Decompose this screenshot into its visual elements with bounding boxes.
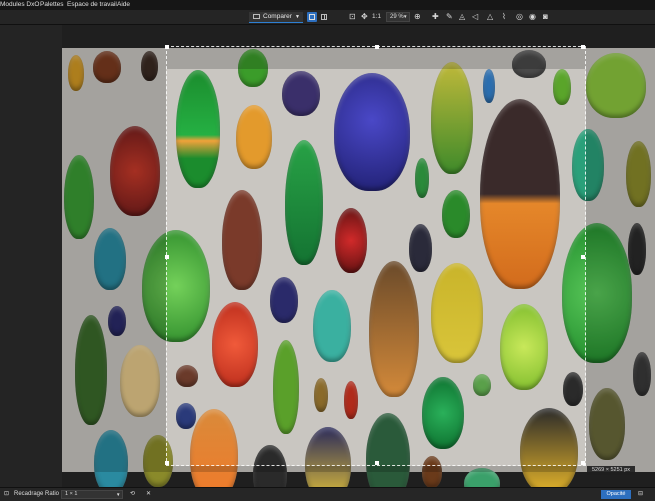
crop-mask xyxy=(586,48,655,472)
menu-bar: Modules DxO Palettes Espace de travail A… xyxy=(0,0,655,10)
toolbar: Comparer ▼ ⊡ ✥ 1:1 29 % ▼ ⊕ ✚ ✎ ◬ ◁ △ ⌇ … xyxy=(0,10,655,25)
opacity-button[interactable]: Opacité xyxy=(601,490,631,499)
zoom-fit-icon[interactable]: ⊕ xyxy=(414,11,421,22)
crop-icon[interactable]: ⊡ xyxy=(349,11,356,22)
menu-palettes[interactable]: Palettes xyxy=(40,1,64,9)
menu-modules-dxo[interactable]: Modules DxO xyxy=(0,1,39,9)
crop-handle[interactable] xyxy=(165,45,169,49)
crop-handle[interactable] xyxy=(165,255,169,259)
one-to-one-button[interactable]: 1:1 xyxy=(372,12,381,22)
compare-icon xyxy=(253,13,260,19)
single-view-icon[interactable] xyxy=(307,12,317,22)
mask-icon[interactable]: ◉ xyxy=(529,11,536,22)
horizon-icon[interactable]: ◬ xyxy=(459,11,465,22)
crop-handle[interactable] xyxy=(375,461,379,465)
info-icon[interactable]: ⊟ xyxy=(638,490,643,499)
crop-handle[interactable] xyxy=(375,45,379,49)
mask-overlay-icon[interactable]: ◙ xyxy=(543,11,548,22)
white-balance-icon[interactable]: ✎ xyxy=(446,11,453,22)
repair-icon[interactable]: ⌇ xyxy=(502,11,506,22)
split-view-icon[interactable] xyxy=(319,12,329,22)
left-panel-edge xyxy=(0,25,62,487)
zoom-select[interactable]: 29 % ▼ xyxy=(386,12,410,22)
ratio-label: Ratio xyxy=(45,491,60,497)
menu-aide[interactable]: Aide xyxy=(117,1,130,9)
perspective-icon[interactable]: ◁ xyxy=(472,11,478,22)
crop-tool-icon[interactable]: ⊡ xyxy=(4,490,9,499)
ratio-select[interactable]: 1 × 1 ▼ xyxy=(61,490,123,499)
crop-handle[interactable] xyxy=(165,461,169,465)
crop-dimensions: 5269 × 5251 px xyxy=(587,466,635,475)
compare-button[interactable]: Comparer ▼ xyxy=(249,11,303,23)
crop-mask xyxy=(62,48,166,472)
zoom-value: 29 % xyxy=(390,14,404,20)
chevron-down-icon: ▼ xyxy=(116,492,121,497)
ruler-icon[interactable]: △ xyxy=(487,11,493,22)
crop-label: Recadrage xyxy=(14,491,44,497)
ratio-value: 1 × 1 xyxy=(65,491,78,497)
rotate-icon[interactable]: ⟲ xyxy=(130,490,135,499)
chevron-down-icon: ▼ xyxy=(295,13,300,20)
status-bar: ⊡ Recadrage Ratio 1 × 1 ▼ ⟲ ✕ Opacité ⊟ xyxy=(0,487,655,501)
reset-icon[interactable]: ✕ xyxy=(146,490,151,499)
crop-handle[interactable] xyxy=(581,45,585,49)
crop-handle[interactable] xyxy=(581,255,585,259)
color-picker-icon[interactable]: ✚ xyxy=(432,11,439,22)
crop-handle[interactable] xyxy=(581,461,585,465)
crop-frame[interactable] xyxy=(165,45,586,466)
image-viewer[interactable]: 5269 × 5251 px xyxy=(0,25,655,487)
compare-label: Comparer xyxy=(263,12,292,20)
menu-espace-de-travail[interactable]: Espace de travail xyxy=(67,1,117,9)
eye-icon[interactable]: ◎ xyxy=(516,11,523,22)
move-icon[interactable]: ✥ xyxy=(361,11,368,22)
chevron-down-icon: ▼ xyxy=(403,14,408,19)
crop-mask xyxy=(166,466,586,472)
